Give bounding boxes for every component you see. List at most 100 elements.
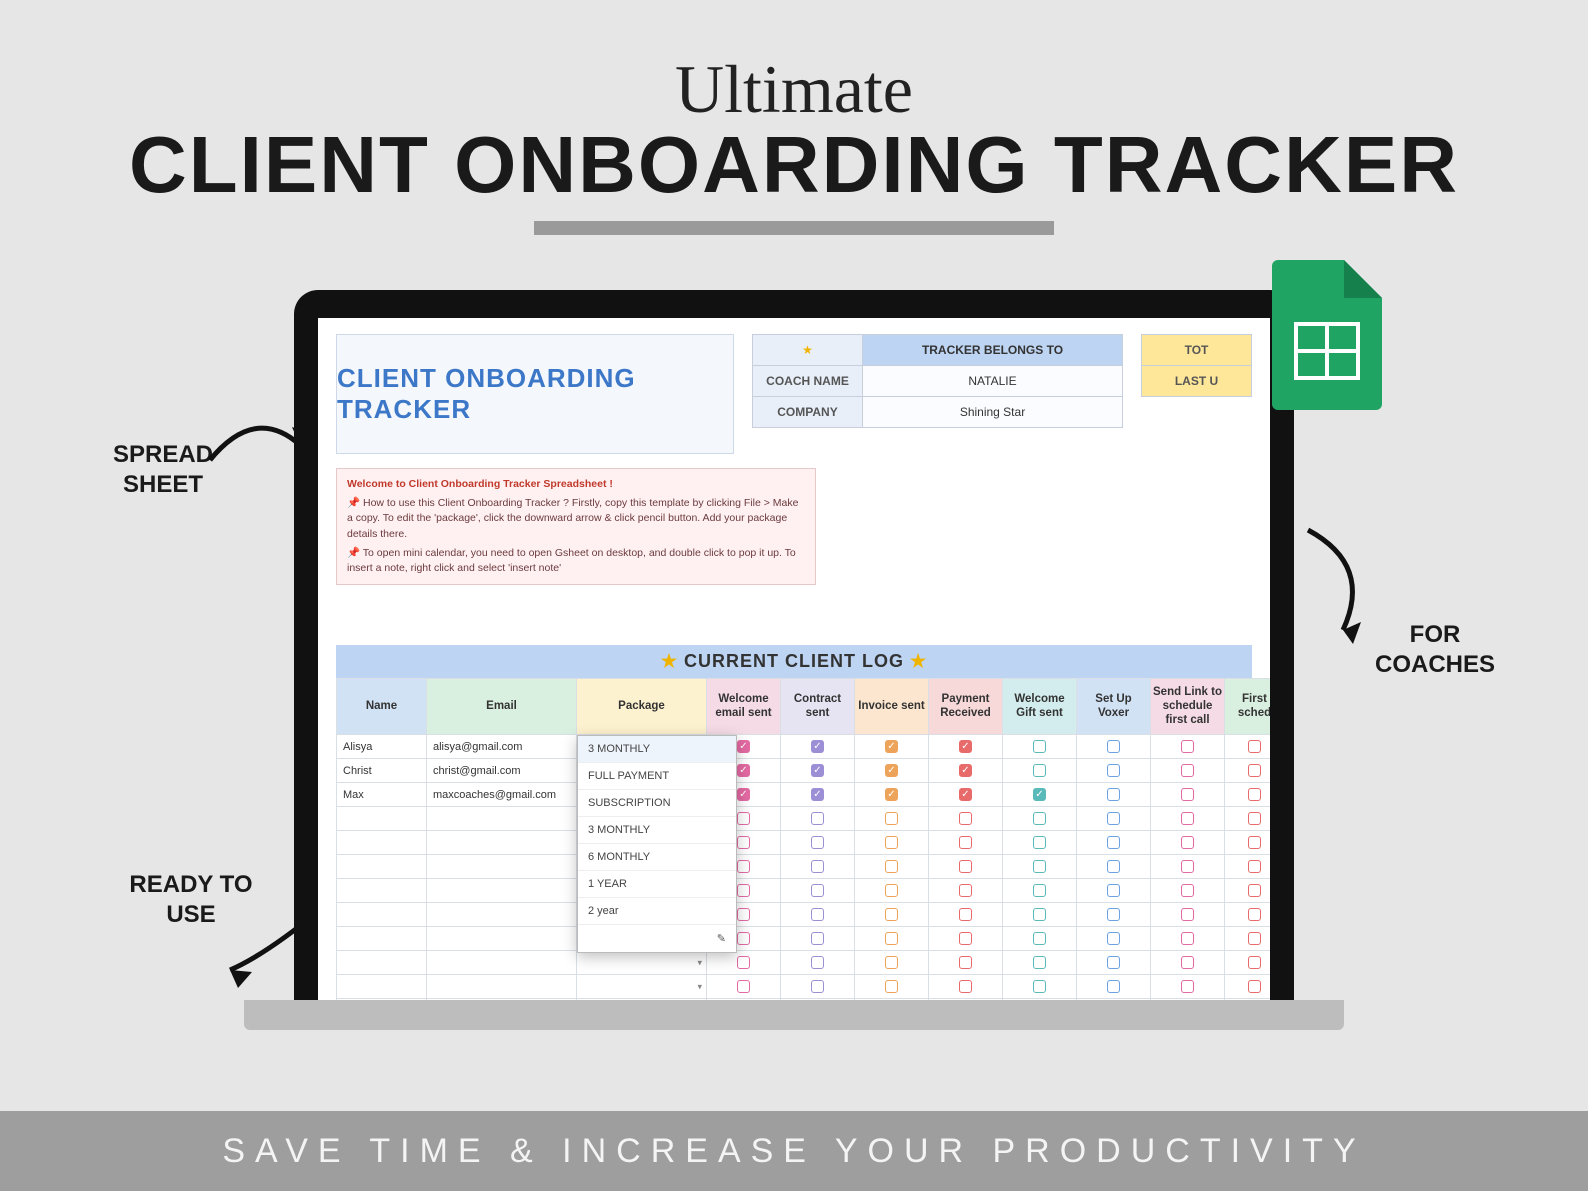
check-cell[interactable] xyxy=(1225,951,1271,975)
check-cell[interactable] xyxy=(781,807,855,831)
checkbox[interactable] xyxy=(1107,884,1120,897)
coach-name-value[interactable]: NATALIE xyxy=(863,366,1123,397)
checkbox[interactable] xyxy=(1248,812,1261,825)
check-cell[interactable] xyxy=(1151,807,1225,831)
check-cell[interactable] xyxy=(1003,879,1077,903)
check-cell[interactable] xyxy=(855,855,929,879)
checkbox[interactable] xyxy=(1107,788,1120,801)
email-cell[interactable] xyxy=(427,999,577,1000)
checkbox[interactable] xyxy=(737,860,750,873)
checkbox[interactable] xyxy=(1248,788,1261,801)
checkbox[interactable] xyxy=(885,980,898,993)
dropdown-option[interactable]: 2 year xyxy=(578,898,736,925)
check-cell[interactable] xyxy=(1003,951,1077,975)
checkbox[interactable] xyxy=(1107,980,1120,993)
package-cell[interactable]: ▾ xyxy=(577,975,707,999)
edit-icon[interactable]: ✎ xyxy=(578,925,736,952)
checkbox[interactable] xyxy=(959,884,972,897)
checkbox[interactable] xyxy=(885,860,898,873)
check-cell[interactable] xyxy=(855,759,929,783)
checkbox[interactable] xyxy=(1248,956,1261,969)
check-cell[interactable] xyxy=(929,807,1003,831)
checkbox[interactable] xyxy=(1107,908,1120,921)
check-cell[interactable] xyxy=(855,807,929,831)
check-cell[interactable] xyxy=(1077,831,1151,855)
name-cell[interactable] xyxy=(337,831,427,855)
check-cell[interactable] xyxy=(1077,879,1151,903)
check-cell[interactable] xyxy=(1003,783,1077,807)
checkbox[interactable] xyxy=(1107,812,1120,825)
table-row[interactable]: ▾ xyxy=(337,807,1271,831)
check-cell[interactable] xyxy=(929,999,1003,1000)
checkbox[interactable] xyxy=(1181,764,1194,777)
checkbox[interactable] xyxy=(885,812,898,825)
email-cell[interactable] xyxy=(427,927,577,951)
check-cell[interactable] xyxy=(1225,999,1271,1000)
check-cell[interactable] xyxy=(1003,807,1077,831)
table-row[interactable]: ▾ xyxy=(337,879,1271,903)
checkbox[interactable] xyxy=(885,836,898,849)
checkbox[interactable] xyxy=(737,908,750,921)
check-cell[interactable] xyxy=(929,927,1003,951)
checkbox[interactable] xyxy=(885,956,898,969)
checkbox[interactable] xyxy=(1107,836,1120,849)
name-cell[interactable]: Alisya xyxy=(337,735,427,759)
email-cell[interactable]: alisya@gmail.com xyxy=(427,735,577,759)
table-row[interactable]: Alisyaalisya@gmail.com3 MONTHLY▾3 MONTHL… xyxy=(337,735,1271,759)
checkbox[interactable] xyxy=(737,788,750,801)
email-cell[interactable] xyxy=(427,807,577,831)
check-cell[interactable] xyxy=(707,951,781,975)
check-cell[interactable] xyxy=(707,999,781,1000)
check-cell[interactable] xyxy=(855,999,929,1000)
checkbox[interactable] xyxy=(811,788,824,801)
checkbox[interactable] xyxy=(811,836,824,849)
checkbox[interactable] xyxy=(1107,956,1120,969)
table-row[interactable]: Christchrist@gmail.comFULL PAYMENT▾ xyxy=(337,759,1271,783)
checkbox[interactable] xyxy=(1181,980,1194,993)
name-cell[interactable] xyxy=(337,951,427,975)
checkbox[interactable] xyxy=(959,812,972,825)
checkbox[interactable] xyxy=(959,932,972,945)
checkbox[interactable] xyxy=(885,884,898,897)
check-cell[interactable] xyxy=(781,831,855,855)
checkbox[interactable] xyxy=(885,908,898,921)
table-row[interactable]: ▾ xyxy=(337,999,1271,1000)
check-cell[interactable] xyxy=(1225,831,1271,855)
check-cell[interactable] xyxy=(1077,855,1151,879)
checkbox[interactable] xyxy=(1181,836,1194,849)
check-cell[interactable] xyxy=(1225,879,1271,903)
client-log-table[interactable]: NameEmailPackageWelcome email sentContra… xyxy=(336,678,1270,1000)
email-cell[interactable] xyxy=(427,855,577,879)
checkbox[interactable] xyxy=(737,884,750,897)
checkbox[interactable] xyxy=(1248,860,1261,873)
name-cell[interactable] xyxy=(337,927,427,951)
check-cell[interactable] xyxy=(929,879,1003,903)
check-cell[interactable] xyxy=(1003,903,1077,927)
check-cell[interactable] xyxy=(1151,735,1225,759)
check-cell[interactable] xyxy=(1151,831,1225,855)
check-cell[interactable] xyxy=(855,879,929,903)
check-cell[interactable] xyxy=(929,831,1003,855)
check-cell[interactable] xyxy=(929,783,1003,807)
checkbox[interactable] xyxy=(1248,836,1261,849)
checkbox[interactable] xyxy=(1033,764,1046,777)
check-cell[interactable] xyxy=(1151,879,1225,903)
check-cell[interactable] xyxy=(1077,735,1151,759)
email-cell[interactable]: christ@gmail.com xyxy=(427,759,577,783)
checkbox[interactable] xyxy=(1033,788,1046,801)
package-cell[interactable]: 3 MONTHLY▾3 MONTHLYFULL PAYMENTSUBSCRIPT… xyxy=(577,735,707,759)
check-cell[interactable] xyxy=(781,879,855,903)
name-cell[interactable] xyxy=(337,879,427,903)
check-cell[interactable] xyxy=(1151,903,1225,927)
check-cell[interactable] xyxy=(1151,927,1225,951)
check-cell[interactable] xyxy=(1225,783,1271,807)
checkbox[interactable] xyxy=(811,884,824,897)
check-cell[interactable] xyxy=(855,951,929,975)
dropdown-option[interactable]: FULL PAYMENT xyxy=(578,763,736,790)
checkbox[interactable] xyxy=(811,860,824,873)
checkbox[interactable] xyxy=(811,908,824,921)
check-cell[interactable] xyxy=(781,855,855,879)
check-cell[interactable] xyxy=(929,975,1003,999)
table-row[interactable]: ▾ xyxy=(337,903,1271,927)
check-cell[interactable] xyxy=(1225,807,1271,831)
